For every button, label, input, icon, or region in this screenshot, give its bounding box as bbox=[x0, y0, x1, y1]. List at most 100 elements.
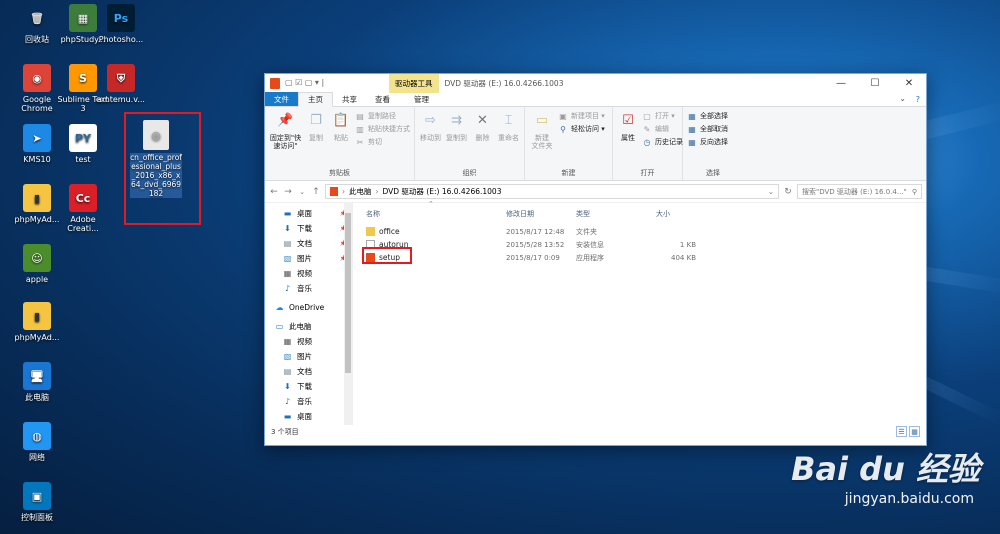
file-type: 应用程序 bbox=[576, 253, 604, 262]
ribbon: 📌 固定到"快速访问" ❐ 复制 📋 粘贴 ▤ 复制路径 ▥ 粘贴快捷方式 ✂ 剪切 … bbox=[265, 107, 926, 181]
delete-button[interactable]: ✕ 删除 bbox=[471, 110, 494, 168]
desktop-icon[interactable]: Ps Photosho... bbox=[92, 4, 150, 44]
tab-home[interactable]: 主页 bbox=[298, 92, 333, 107]
nav-item[interactable]: ▬ 桌面 bbox=[265, 409, 352, 424]
invert-selection-label: 反向选择 bbox=[700, 138, 728, 146]
nav-item[interactable]: ▧图片📌 bbox=[265, 251, 352, 266]
nav-item[interactable]: ▤ 文档 bbox=[265, 364, 352, 379]
nav-item[interactable]: ▦ 视频 bbox=[265, 334, 352, 349]
easy-access-button[interactable]: ⚲ 轻松访问 ▾ bbox=[558, 124, 605, 134]
edit-button[interactable]: ✎ 编辑 bbox=[642, 124, 683, 134]
desktop-icon-label: 控制面板 bbox=[21, 513, 53, 522]
cut-button[interactable]: ✂ 剪切 bbox=[355, 137, 410, 147]
select-all-button[interactable]: ▦ 全部选择 bbox=[687, 111, 728, 121]
history-button[interactable]: ◷ 历史记录 bbox=[642, 137, 684, 147]
chevron-down-icon[interactable]: ⌄ bbox=[768, 187, 774, 196]
copy-button[interactable]: ❐ 复制 bbox=[305, 110, 327, 168]
up-arrow-icon[interactable]: ↑ bbox=[311, 187, 321, 197]
tab-manage[interactable]: 管理 bbox=[405, 92, 438, 106]
recent-chevron-icon[interactable]: ⌄ bbox=[297, 188, 307, 196]
column-name[interactable]: 名称 bbox=[353, 209, 506, 219]
help-icon[interactable]: ? bbox=[916, 95, 920, 104]
paste-button[interactable]: 📋 粘贴 bbox=[330, 110, 352, 168]
maximize-button[interactable]: ☐ bbox=[858, 74, 892, 93]
file-row[interactable]: autorun 2015/5/28 13:52 安装信息 1 KB bbox=[353, 238, 926, 251]
nav-scrollbar[interactable] bbox=[344, 203, 352, 425]
large-icons-view-icon[interactable]: ▦ bbox=[909, 426, 920, 437]
file-row[interactable]: setup 2015/8/17 0:09 应用程序 404 KB bbox=[353, 251, 926, 264]
address-bar[interactable]: › 此电脑 › DVD 驱动器 (E:) 16.0.4266.1003 ⌄ bbox=[325, 184, 779, 199]
properties-button[interactable]: ☑ 属性 bbox=[617, 110, 639, 168]
app-icon: ◉ bbox=[23, 64, 51, 92]
rename-button[interactable]: ⌶ 重命名 bbox=[497, 110, 520, 168]
search-input[interactable]: 搜索"DVD 驱动器 (E:) 16.0.4..." ⚲ bbox=[797, 184, 922, 199]
desktop-icon[interactable]: ▮ phpMyAd... bbox=[8, 302, 66, 342]
watermark-url: jingyan.baidu.com bbox=[844, 491, 974, 507]
copy-path-icon: ▤ bbox=[356, 111, 364, 121]
context-tab-drive-tools[interactable]: 驱动器工具 bbox=[389, 74, 439, 93]
desktop-icon[interactable]: Cc Adobe Creati... bbox=[54, 184, 112, 233]
nav-item[interactable]: ▧ 图片 bbox=[265, 349, 352, 364]
new-folder-icon: ▭ bbox=[535, 113, 549, 128]
pin-quick-access-button[interactable]: 📌 固定到"快速访问" bbox=[269, 110, 302, 168]
back-arrow-icon[interactable]: ← bbox=[269, 187, 279, 197]
nav-item[interactable]: ⬇ 下载 bbox=[265, 379, 352, 394]
nav-onedrive[interactable]: ☁ OneDrive bbox=[265, 300, 352, 315]
open-button[interactable]: ▢ 打开 ▾ bbox=[642, 111, 683, 121]
desktop-icon[interactable]: 🖥 此电脑 bbox=[8, 362, 66, 402]
nav-item[interactable]: ▤文档📌 bbox=[265, 236, 352, 251]
folder-icon: ▦ bbox=[283, 337, 292, 346]
nav-item[interactable]: ⬇下载📌 bbox=[265, 221, 352, 236]
nav-item[interactable]: ▦ 视频 bbox=[265, 266, 352, 281]
file-row[interactable]: office 2015/8/17 12:48 文件夹 bbox=[353, 225, 926, 238]
desktop-icon[interactable]: ☺ apple bbox=[8, 244, 66, 284]
new-item-button[interactable]: ▣ 新建项目 ▾ bbox=[558, 111, 605, 121]
column-size[interactable]: 大小 bbox=[656, 209, 696, 219]
file-type: 安装信息 bbox=[576, 240, 604, 249]
scroll-thumb[interactable] bbox=[345, 213, 351, 373]
desktop-icon[interactable]: ⛨ amtemu.v... bbox=[92, 64, 150, 104]
copy-to-icon: ⇉ bbox=[451, 113, 462, 128]
move-to-label: 移动到 bbox=[420, 134, 441, 142]
move-to-button[interactable]: ⇨ 移动到 bbox=[419, 110, 442, 168]
breadcrumb-drive[interactable]: DVD 驱动器 (E:) 16.0.4266.1003 bbox=[383, 186, 502, 197]
desktop-icon-label: apple bbox=[25, 275, 49, 284]
desktop-icon[interactable]: PY test bbox=[54, 124, 112, 164]
breadcrumb-this-pc[interactable]: 此电脑 bbox=[349, 186, 372, 197]
select-all-label: 全部选择 bbox=[700, 112, 728, 120]
copy-path-button[interactable]: ▤ 复制路径 bbox=[355, 111, 410, 121]
desktop-icon[interactable]: ▣ 控制面板 bbox=[8, 482, 66, 522]
edit-label: 编辑 bbox=[655, 125, 669, 133]
tab-view[interactable]: 查看 bbox=[366, 92, 399, 106]
tab-share[interactable]: 共享 bbox=[333, 92, 366, 106]
chevron-down-icon[interactable]: ⌄ bbox=[899, 94, 906, 103]
nav-item[interactable]: ♪ 音乐 bbox=[265, 394, 352, 409]
details-view-icon[interactable]: ☰ bbox=[896, 426, 907, 437]
column-type[interactable]: 类型 bbox=[576, 209, 656, 219]
nav-item[interactable]: ▬桌面📌 bbox=[265, 206, 352, 221]
title-bar: ▢ ☑ ▢ ▾ | 驱动器工具 DVD 驱动器 (E:) 16.0.4266.1… bbox=[265, 74, 926, 93]
pin-label: 固定到"快速访问" bbox=[269, 134, 302, 150]
minimize-button[interactable]: — bbox=[824, 74, 858, 93]
explorer-window: ▢ ☑ ▢ ▾ | 驱动器工具 DVD 驱动器 (E:) 16.0.4266.1… bbox=[264, 73, 927, 446]
close-button[interactable]: ✕ bbox=[892, 74, 926, 93]
forward-arrow-icon[interactable]: → bbox=[283, 187, 293, 197]
desktop-icon[interactable]: ◍ 网络 bbox=[8, 422, 66, 462]
paste-shortcut-button[interactable]: ▥ 粘贴快捷方式 bbox=[355, 124, 410, 134]
group-open: ☑ 属性 ▢ 打开 ▾ ✎ 编辑 ◷ 历史记录 打开 bbox=[613, 107, 683, 180]
tab-file[interactable]: 文件 bbox=[265, 92, 298, 106]
select-none-button[interactable]: ▦ 全部取消 bbox=[687, 124, 728, 134]
properties-label: 属性 bbox=[621, 134, 635, 142]
column-date[interactable]: 修改日期 bbox=[506, 209, 576, 219]
app-icon: ⛨ bbox=[107, 64, 135, 92]
nav-item[interactable]: ♪ 音乐 bbox=[265, 281, 352, 296]
quick-access-toolbar[interactable]: ▢ ☑ ▢ ▾ | bbox=[285, 78, 324, 87]
copy-to-button[interactable]: ⇉ 复制到 bbox=[445, 110, 468, 168]
new-folder-button[interactable]: ▭ 新建 文件夹 bbox=[529, 110, 555, 168]
group-organize: ⇨ 移动到 ⇉ 复制到 ✕ 删除 ⌶ 重命名 组织 bbox=[415, 107, 525, 180]
app-icon: Ps bbox=[107, 4, 135, 32]
nav-this-pc[interactable]: ▭ 此电脑 bbox=[265, 319, 352, 334]
refresh-icon[interactable]: ↻ bbox=[783, 187, 793, 197]
invert-selection-button[interactable]: ▦ 反向选择 bbox=[687, 137, 728, 147]
nav-label: 图片 bbox=[297, 352, 312, 361]
